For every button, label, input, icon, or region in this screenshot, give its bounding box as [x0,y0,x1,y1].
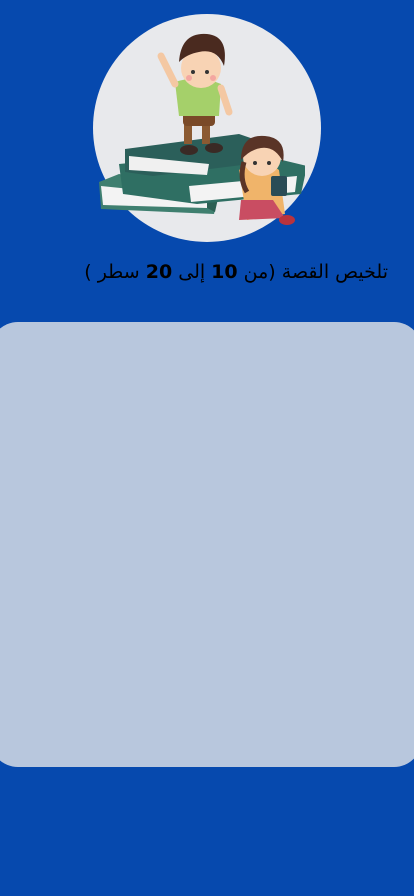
kids-reading-books-icon [99,33,305,225]
story-illustration [93,14,321,242]
summary-instruction-title: تلخيص القصة (من 10 إلى 20 سطر ) [20,258,388,286]
title-text-part2: إلى [172,261,212,283]
title-number-min: 10 [211,261,238,283]
story-summary-input[interactable] [0,322,414,767]
title-text-part1: تلخيص القصة (من [237,261,388,283]
title-number-max: 20 [145,261,173,283]
title-text-part3: سطر ) [84,261,146,283]
